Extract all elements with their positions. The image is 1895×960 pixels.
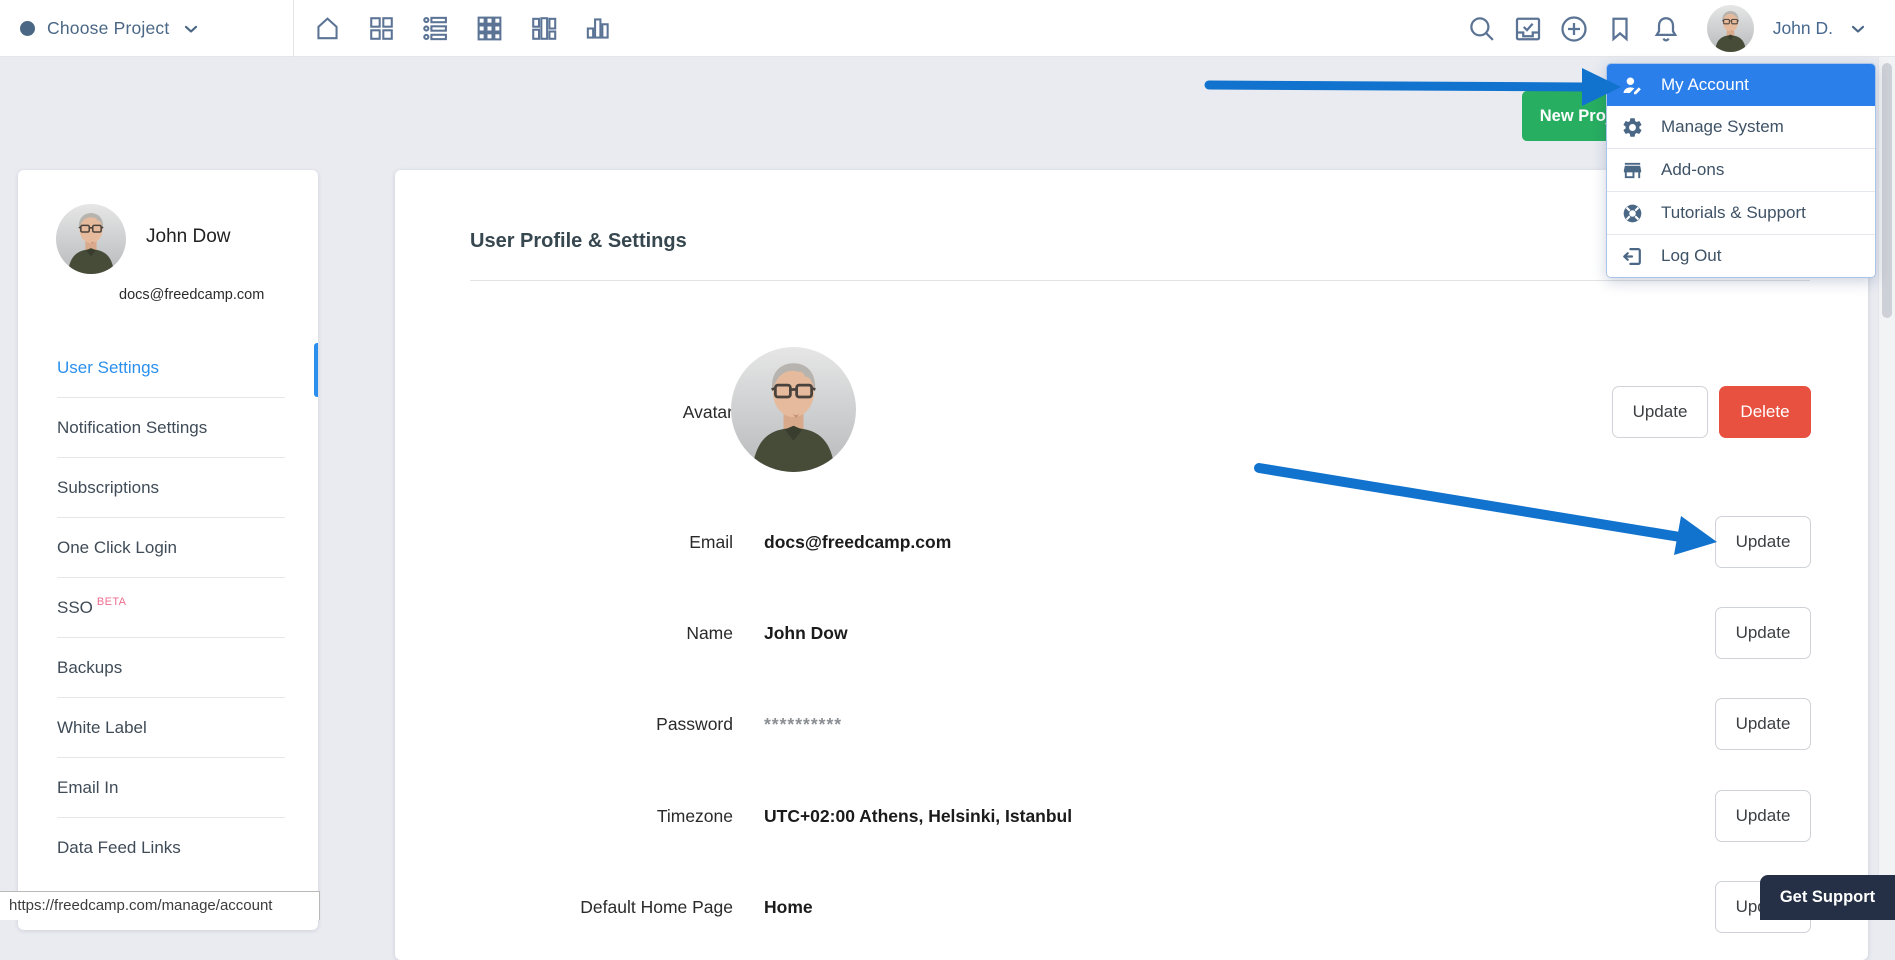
user-avatar[interactable] (1707, 5, 1754, 52)
support-icon (1621, 202, 1644, 225)
scrollbar-thumb[interactable] (1882, 63, 1892, 318)
dashboard-icon[interactable] (366, 13, 397, 44)
kanban-icon[interactable] (528, 13, 559, 44)
chevron-down-icon (181, 19, 201, 39)
timezone-value: UTC+02:00 Athens, Helsinki, Istanbul (764, 806, 1072, 827)
sidebar-item-label: SSO (57, 598, 93, 618)
sidebar-item-user-settings[interactable]: User Settings (18, 338, 318, 398)
sidebar-item-label: White Label (57, 718, 147, 738)
sidebar-item-notification-settings[interactable]: Notification Settings (18, 398, 318, 458)
menu-item-add-ons[interactable]: Add-ons (1607, 148, 1875, 191)
link-url-statusbar: https://freedcamp.com/manage/account (0, 891, 320, 920)
add-icon[interactable] (1559, 13, 1590, 44)
sidebar-item-email-in[interactable]: Email In (18, 758, 318, 818)
sidebar-item-backups[interactable]: Backups (18, 638, 318, 698)
title-divider (470, 280, 1810, 281)
row-label: Timezone (395, 806, 733, 827)
page-scrollbar[interactable] (1878, 57, 1895, 920)
row-label: Email (395, 532, 733, 553)
row-label: Default Home Page (395, 897, 733, 918)
menu-item-tutorials-support[interactable]: Tutorials & Support (1607, 191, 1875, 234)
topbar-actions: John D. (1467, 0, 1868, 57)
sidebar-item-subscriptions[interactable]: Subscriptions (18, 458, 318, 518)
menu-item-label: Log Out (1661, 246, 1722, 266)
avatar-update-button[interactable]: Update (1612, 386, 1708, 438)
menu-item-label: My Account (1661, 75, 1749, 95)
sidebar-item-label: Data Feed Links (57, 838, 181, 858)
project-dot-icon (20, 21, 35, 36)
avatar-delete-button[interactable]: Delete (1719, 386, 1811, 438)
profile-avatar-image (731, 347, 856, 472)
topbar-divider (293, 0, 294, 57)
sidebar-item-label: Email In (57, 778, 118, 798)
menu-item-label: Manage System (1661, 117, 1784, 137)
home-page-row: Default Home Page Home Update (395, 881, 1868, 933)
chart-icon[interactable] (582, 13, 613, 44)
row-label: Avatar (395, 402, 733, 423)
project-selector-label: Choose Project (47, 18, 169, 39)
chevron-down-icon[interactable] (1848, 19, 1868, 39)
grid-icon[interactable] (474, 13, 505, 44)
settings-sidebar: John Dow docs@freedcamp.com User Setting… (18, 170, 318, 930)
user-name[interactable]: John D. (1773, 18, 1833, 39)
sidebar-avatar (56, 204, 126, 274)
inbox-check-icon[interactable] (1513, 13, 1544, 44)
sidebar-item-label: User Settings (57, 358, 159, 378)
timezone-update-button[interactable]: Update (1715, 790, 1811, 842)
beta-badge: BETA (97, 596, 127, 608)
sidebar-item-one-click-login[interactable]: One Click Login (18, 518, 318, 578)
timezone-row: Timezone UTC+02:00 Athens, Helsinki, Ist… (395, 790, 1868, 842)
menu-item-label: Add-ons (1661, 160, 1724, 180)
person-edit-icon (1621, 74, 1644, 97)
search-icon[interactable] (1467, 13, 1498, 44)
password-value: ********** (764, 714, 842, 735)
sidebar-item-label: Subscriptions (57, 478, 159, 498)
sidebar-item-label: Notification Settings (57, 418, 207, 438)
project-selector[interactable]: Choose Project (20, 0, 201, 57)
sidebar-item-data-feed-links[interactable]: Data Feed Links (18, 818, 318, 878)
menu-item-manage-system[interactable]: Manage System (1607, 106, 1875, 148)
sidebar-item-white-label[interactable]: White Label (18, 698, 318, 758)
bookmark-icon[interactable] (1605, 13, 1636, 44)
name-row: Name John Dow Update (395, 607, 1868, 659)
name-update-button[interactable]: Update (1715, 607, 1811, 659)
bell-icon[interactable] (1651, 13, 1682, 44)
email-row: Email docs@freedcamp.com Update (395, 516, 1868, 568)
page-title: User Profile & Settings (470, 230, 687, 253)
email-value: docs@freedcamp.com (764, 532, 951, 553)
gear-icon (1621, 116, 1644, 139)
tasks-list-icon[interactable] (420, 13, 451, 44)
menu-item-my-account[interactable]: My Account (1607, 64, 1875, 106)
menu-item-log-out[interactable]: Log Out (1607, 234, 1875, 277)
sidebar-user-email: docs@freedcamp.com (119, 287, 264, 303)
sidebar-item-label: One Click Login (57, 538, 177, 558)
menu-item-label: Tutorials & Support (1661, 203, 1806, 223)
sidebar-nav: User Settings Notification Settings Subs… (18, 338, 318, 878)
logout-icon (1621, 245, 1644, 268)
user-menu: My Account Manage System Add-ons Tutoria… (1606, 63, 1876, 278)
row-label: Name (395, 623, 733, 644)
home-page-value: Home (764, 897, 813, 918)
password-update-button[interactable]: Update (1715, 698, 1811, 750)
view-switcher (312, 0, 613, 57)
password-row: Password ********** Update (395, 698, 1868, 750)
sidebar-item-label: Backups (57, 658, 122, 678)
user-profile-panel: User Profile & Settings Avatar Update De… (395, 170, 1868, 960)
avatar-row: Avatar Update Delete (395, 386, 1868, 438)
store-icon (1621, 159, 1644, 182)
name-value: John Dow (764, 623, 848, 644)
home-icon[interactable] (312, 13, 343, 44)
get-support-button[interactable]: Get Support (1760, 875, 1895, 920)
email-update-button[interactable]: Update (1715, 516, 1811, 568)
sidebar-item-sso[interactable]: SSO BETA (18, 578, 318, 638)
sidebar-user-name: John Dow (146, 226, 231, 248)
row-label: Password (395, 714, 733, 735)
top-bar: Choose Project John D. (0, 0, 1895, 57)
